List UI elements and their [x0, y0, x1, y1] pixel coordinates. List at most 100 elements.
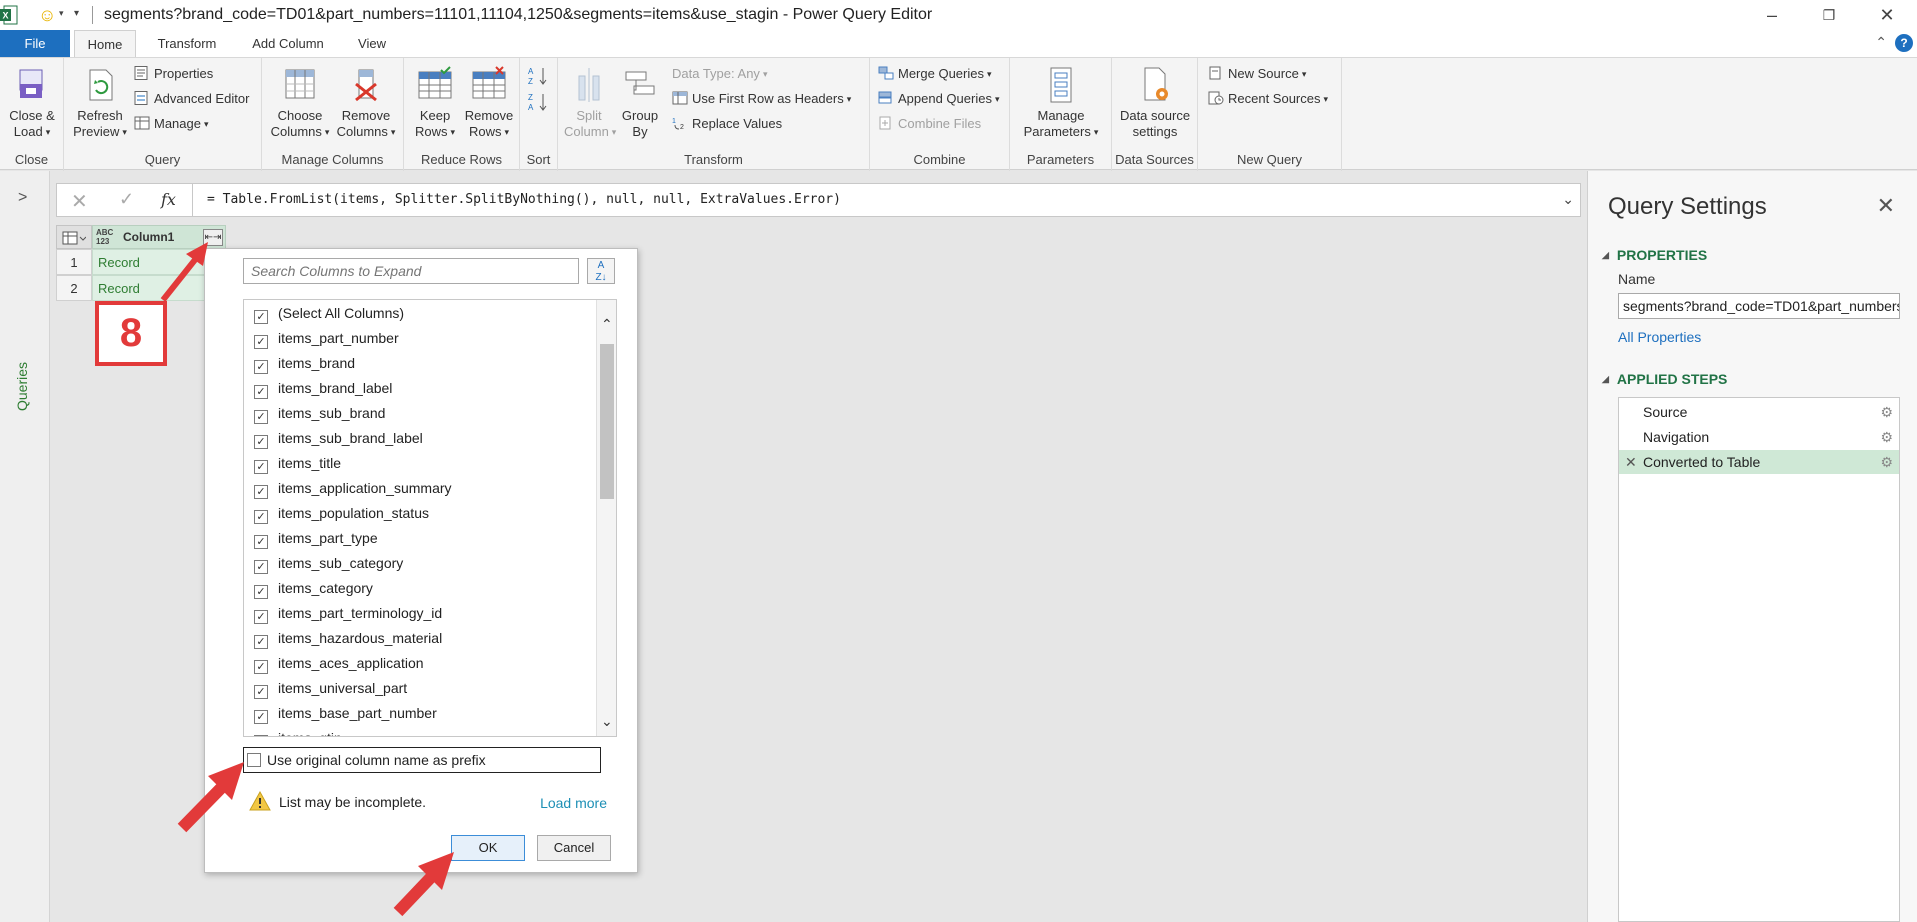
restore-icon[interactable]: ❐	[1814, 3, 1844, 27]
close-load-button[interactable]: Close & Load ▾	[6, 66, 58, 140]
column-option[interactable]: ✓ items_sub_category	[254, 552, 403, 574]
tab-add-column[interactable]: Add Column	[240, 30, 336, 57]
advanced-editor-button[interactable]: Advanced Editor	[134, 89, 249, 109]
properties-header[interactable]: ◢ PROPERTIES	[1602, 247, 1707, 263]
remove-rows-button[interactable]: Remove Rows ▾	[462, 66, 516, 140]
checkbox-checked-icon[interactable]: ✓	[254, 685, 268, 699]
expand-queries-icon[interactable]: >	[18, 189, 27, 207]
close-pane-icon[interactable]: ✕	[1877, 193, 1895, 219]
column-option[interactable]: ✓ items_population_status	[254, 502, 429, 524]
column-option[interactable]: ✓ items_brand	[254, 352, 355, 374]
tab-transform[interactable]: Transform	[148, 30, 226, 57]
manage-button[interactable]: Manage ▾	[134, 114, 209, 134]
cancel-button[interactable]: Cancel	[537, 835, 611, 861]
manage-parameters-button[interactable]: Manage Parameters ▾	[1018, 66, 1104, 140]
sort-descending-icon[interactable]: Z A	[528, 92, 550, 112]
column-option[interactable]: ✓ items_brand_label	[254, 377, 392, 399]
checkbox-checked-icon[interactable]: ✓	[254, 610, 268, 624]
column-option[interactable]: ✓ items_hazardous_material	[254, 627, 442, 649]
column-option-select-all[interactable]: ✓ (Select All Columns)	[254, 302, 404, 324]
gear-icon[interactable]: ⚙	[1880, 400, 1893, 424]
table-menu-button[interactable]	[56, 225, 92, 249]
sort-columns-icon[interactable]: A Z↓	[587, 258, 615, 284]
column-list-scrollbar[interactable]: ⌃ ⌄	[596, 300, 616, 736]
gear-icon[interactable]: ⚙	[1880, 450, 1893, 474]
checkbox-checked-icon[interactable]: ✓	[254, 460, 268, 474]
queries-label[interactable]: Queries	[14, 362, 30, 411]
applied-steps-header[interactable]: ◢ APPLIED STEPS	[1602, 371, 1727, 387]
tab-file[interactable]: File	[0, 30, 70, 57]
split-column-button[interactable]: Split Column ▾	[564, 66, 616, 140]
checkbox-unchecked-icon[interactable]	[247, 753, 261, 767]
replace-values-button[interactable]: 1 2 Replace Values	[672, 114, 782, 134]
checkbox-checked-icon[interactable]: ✓	[254, 660, 268, 674]
properties-button[interactable]: Properties	[134, 64, 213, 84]
checkbox-checked-icon[interactable]: ✓	[254, 360, 268, 374]
help-icon[interactable]: ?	[1895, 34, 1913, 52]
quick-access-dropdown-icon[interactable]: ▾	[74, 8, 79, 19]
ok-button[interactable]: OK	[451, 835, 525, 861]
column-option[interactable]: ✓ items_application_summary	[254, 477, 452, 499]
column-option[interactable]: ✓ items_category	[254, 577, 373, 599]
checkbox-checked-icon[interactable]: ✓	[254, 510, 268, 524]
checkbox-checked-icon[interactable]: ✓	[254, 385, 268, 399]
data-source-settings-button[interactable]: Data source settings	[1114, 66, 1196, 140]
recent-sources-button[interactable]: Recent Sources ▾	[1208, 89, 1328, 109]
refresh-preview-button[interactable]: Refresh Preview ▾	[70, 66, 130, 140]
merge-queries-button[interactable]: Merge Queries ▾	[878, 64, 992, 84]
scroll-down-icon[interactable]: ⌄	[601, 713, 613, 730]
checkbox-checked-icon[interactable]: ✓	[254, 485, 268, 499]
keep-rows-button[interactable]: Keep Rows ▾	[408, 66, 462, 140]
checkbox-checked-icon[interactable]: ✓	[254, 585, 268, 599]
smiley-dropdown-icon[interactable]: ▾	[59, 8, 64, 19]
any-type-icon[interactable]: ABC 123	[96, 228, 113, 246]
checkbox-checked-icon[interactable]: ✓	[254, 535, 268, 549]
minimize-icon[interactable]: –	[1757, 3, 1787, 27]
checkbox-checked-icon[interactable]: ✓	[254, 560, 268, 574]
remove-columns-button[interactable]: Remove Columns ▾	[334, 66, 398, 140]
column-option[interactable]: ✓ items_aces_application	[254, 652, 424, 674]
checkbox-checked-icon[interactable]: ✓	[254, 335, 268, 349]
all-properties-link[interactable]: All Properties	[1618, 329, 1701, 345]
sort-ascending-icon[interactable]: A Z	[528, 66, 550, 86]
checkbox-checked-icon[interactable]: ✓	[254, 410, 268, 424]
column-option[interactable]: ✓ items_universal_part	[254, 677, 407, 699]
scrollbar-thumb[interactable]	[600, 344, 614, 499]
column-option[interactable]: ✓ items_base_part_number	[254, 702, 437, 724]
tab-view[interactable]: View	[346, 30, 398, 57]
step-item-selected[interactable]: ✕ Converted to Table ⚙	[1619, 450, 1899, 474]
collapse-triangle-icon[interactable]: ◢	[1602, 250, 1609, 260]
checkbox-checked-icon[interactable]: ✓	[254, 310, 268, 324]
search-columns-input[interactable]	[243, 258, 579, 284]
tab-home[interactable]: Home	[74, 30, 136, 57]
new-source-button[interactable]: New Source ▾	[1208, 64, 1306, 84]
checkbox-checked-icon[interactable]: ✓	[254, 435, 268, 449]
group-by-button[interactable]: Group By	[618, 66, 662, 140]
delete-step-icon[interactable]: ✕	[1625, 450, 1637, 474]
checkbox-checked-icon[interactable]: ✓	[254, 635, 268, 649]
formula-text[interactable]: = Table.FromList(items, Splitter.SplitBy…	[207, 192, 841, 207]
combine-files-button[interactable]: Combine Files	[878, 114, 981, 134]
smiley-icon[interactable]: ☺	[38, 5, 56, 26]
query-name-input[interactable]: segments?brand_code=TD01&part_numbers=11…	[1618, 293, 1900, 319]
data-type-dropdown[interactable]: Data Type: Any ▾	[672, 64, 767, 84]
excel-icon[interactable]: X	[0, 5, 18, 25]
use-first-row-headers-button[interactable]: Use First Row as Headers ▾	[672, 89, 851, 109]
load-more-link[interactable]: Load more	[540, 795, 607, 811]
column-option[interactable]: ✓ items_sub_brand_label	[254, 427, 423, 449]
expand-formula-icon[interactable]: ⌄	[1562, 191, 1574, 208]
column-option[interactable]: ✓ items_part_terminology_id	[254, 602, 442, 624]
cancel-formula-icon[interactable]: ✕	[71, 189, 88, 214]
close-window-icon[interactable]: ✕	[1872, 3, 1902, 27]
gear-icon[interactable]: ⚙	[1880, 425, 1893, 449]
scroll-up-icon[interactable]: ⌃	[601, 316, 613, 333]
checkbox-checked-icon[interactable]: ✓	[254, 735, 268, 736]
use-prefix-checkbox-row[interactable]: Use original column name as prefix	[243, 747, 601, 773]
collapse-ribbon-icon[interactable]: ⌃	[1875, 34, 1887, 51]
column-option[interactable]: ✓ items_title	[254, 452, 341, 474]
commit-formula-icon[interactable]: ✓	[119, 189, 134, 210]
choose-columns-button[interactable]: Choose Columns ▾	[268, 66, 332, 140]
step-item[interactable]: Navigation ⚙	[1619, 425, 1899, 449]
fx-icon[interactable]: fx	[161, 190, 176, 209]
column-option[interactable]: ✓items_gtin	[254, 727, 342, 736]
